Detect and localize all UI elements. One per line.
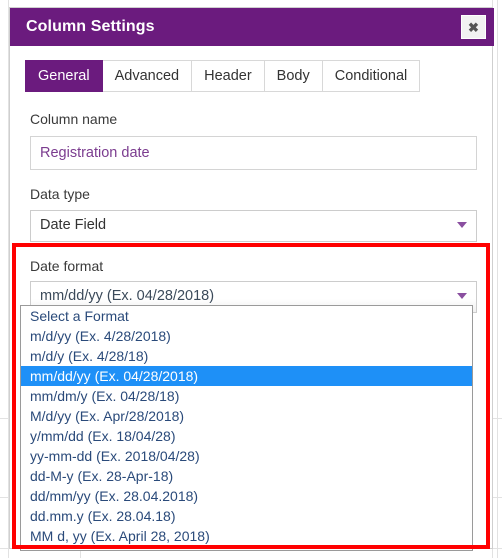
settings-tab-bar: General Advanced Header Body Conditional: [25, 60, 421, 92]
tab-header[interactable]: Header: [192, 60, 265, 92]
close-icon[interactable]: ✖: [461, 15, 486, 39]
data-type-selected-value: Date Field: [40, 217, 107, 233]
date-format-label: Date format: [30, 258, 104, 274]
date-format-option[interactable]: Select a Format: [21, 306, 472, 326]
date-format-option[interactable]: mm/dd/yy (Ex. 04/28/2018): [21, 366, 472, 386]
data-type-label: Data type: [30, 186, 90, 202]
tab-conditional[interactable]: Conditional: [322, 60, 421, 92]
chevron-down-icon: [457, 222, 467, 228]
background-divider: [497, 0, 498, 558]
date-format-option[interactable]: dd-M-y (Ex. 28-Apr-18): [21, 466, 472, 486]
chevron-down-icon: [457, 293, 467, 299]
date-format-option[interactable]: dd.mm.y (Ex. 28.04.18): [21, 506, 472, 526]
tab-body[interactable]: Body: [264, 60, 323, 92]
date-format-option[interactable]: y/mm/dd (Ex. 18/04/28): [21, 426, 472, 446]
date-format-option[interactable]: mm/dm/y (Ex. 04/28/18): [21, 386, 472, 406]
data-type-select[interactable]: Date Field: [30, 210, 477, 242]
date-format-option-list[interactable]: Select a Format m/d/yy (Ex. 4/28/2018) m/d…: [20, 305, 473, 551]
tab-general[interactable]: General: [25, 60, 103, 92]
date-format-selected-value: mm/dd/yy (Ex. 04/28/2018): [40, 288, 215, 304]
dialog-title: Column Settings: [26, 18, 155, 35]
dialog-header: Column Settings ✖: [10, 8, 494, 46]
column-name-input[interactable]: [30, 136, 477, 170]
column-name-label: Column name: [30, 111, 118, 127]
tab-advanced[interactable]: Advanced: [102, 60, 193, 92]
date-format-option[interactable]: m/d/y (Ex. 4/28/18): [21, 346, 472, 366]
date-format-option[interactable]: m/d/yy (Ex. 4/28/2018): [21, 326, 472, 346]
date-format-option[interactable]: M/d/yy (Ex. Apr/28/2018): [21, 406, 472, 426]
date-format-option[interactable]: yy-mm-dd (Ex. 2018/04/28): [21, 446, 472, 466]
date-format-option[interactable]: MM d, yy (Ex. April 28, 2018): [21, 526, 472, 546]
date-format-option[interactable]: dd/mm/yy (Ex. 28.04.2018): [21, 486, 472, 506]
screenshot-root: Column Settings ✖ General Advanced Heade…: [0, 0, 502, 558]
